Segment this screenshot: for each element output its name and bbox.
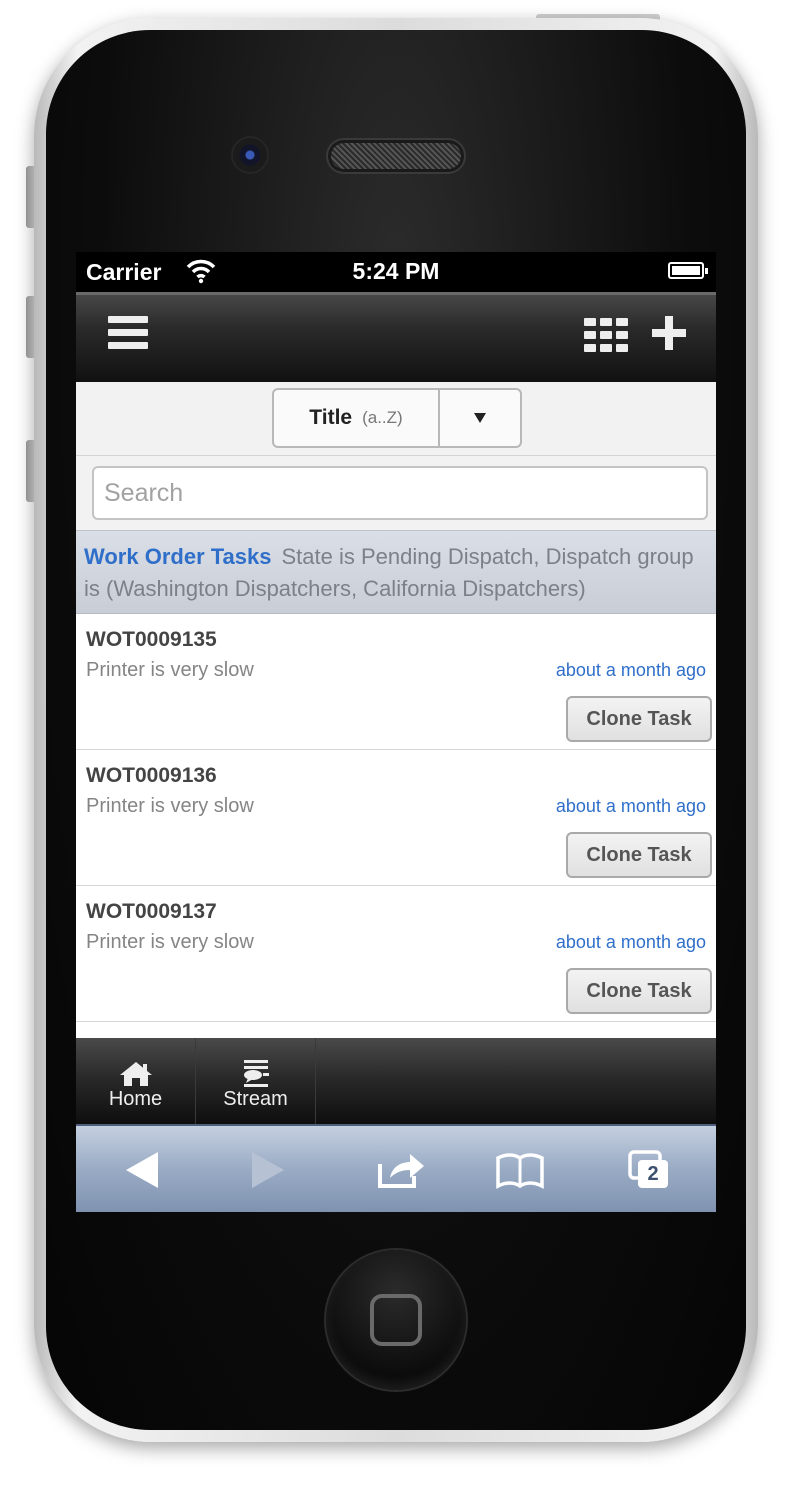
task-row[interactable]: WOT0009135 Printer is very slow about a … [76,614,716,750]
front-camera [233,138,267,172]
task-description: Printer is very slow [86,795,254,817]
back-arrow-icon[interactable] [114,1146,170,1194]
menu-icon-line [108,329,148,336]
share-icon[interactable] [372,1146,428,1194]
tab-home-label: Home [108,1088,163,1110]
sort-bar: Title (a..Z) [76,382,716,456]
tab-home[interactable]: Home [76,1038,196,1124]
task-time: about a month ago [555,660,706,680]
tab-bar: Home Stream [76,1038,716,1124]
battery-icon [668,262,708,279]
menu-icon-line [108,316,148,323]
caret-down-icon [474,413,486,423]
clone-task-button[interactable]: Clone Task [566,696,712,742]
tab-count: 2 [647,1163,659,1185]
task-id: WOT0009137 [86,900,217,923]
status-time: 5:24 PM [352,258,440,284]
tabs-button[interactable]: 2 [622,1146,678,1194]
header-highlight [76,292,716,295]
task-time: about a month ago [555,796,706,816]
safari-toolbar: 2 [76,1124,716,1212]
task-description: Printer is very slow [86,931,254,953]
task-row[interactable]: WOT0009136 Printer is very slow about a … [76,750,716,886]
home-square-icon [370,1294,422,1346]
search-input[interactable] [92,466,708,520]
home-hardware-button[interactable] [326,1250,466,1390]
status-bar: Carrier 5:24 PM [76,252,716,292]
plus-icon[interactable] [652,316,686,350]
forward-arrow-icon[interactable] [240,1146,296,1194]
tab-stream[interactable]: Stream [196,1038,316,1124]
sort-field-label: Title [309,406,353,429]
sort-control: Title (a..Z) [272,388,522,448]
task-row[interactable]: WOT0009137 Printer is very slow about a … [76,886,716,1022]
sort-order-label: (a..Z) [362,408,403,427]
task-description: Printer is very slow [86,659,254,681]
home-icon [119,1062,152,1086]
sort-dropdown-button[interactable] [440,390,520,446]
search-bar [76,456,716,530]
tab-stream-label: Stream [223,1088,288,1110]
stream-icon [243,1060,269,1087]
bookmarks-icon[interactable] [492,1146,548,1194]
task-time: about a month ago [555,932,706,952]
battery-level [672,266,700,275]
task-list: WOT0009135 Printer is very slow about a … [76,614,716,1022]
clone-task-button[interactable]: Clone Task [566,832,712,878]
earpiece-speaker [328,140,464,172]
app-header [76,292,716,382]
menu-icon[interactable] [108,316,148,354]
phone-screen: Carrier 5:24 PM Title (a..Z) Search Work… [76,252,716,1212]
menu-icon-line [108,342,148,349]
clone-task-button[interactable]: Clone Task [566,968,712,1014]
filter-bar[interactable]: Work Order Tasks State is Pending Dispatc… [76,530,716,614]
filter-title[interactable]: Work Order Tasks [84,544,271,569]
task-id: WOT0009136 [86,764,217,787]
task-id: WOT0009135 [86,628,217,651]
grid-icon[interactable] [584,318,630,352]
sort-field-button[interactable]: Title (a..Z) [274,390,440,446]
